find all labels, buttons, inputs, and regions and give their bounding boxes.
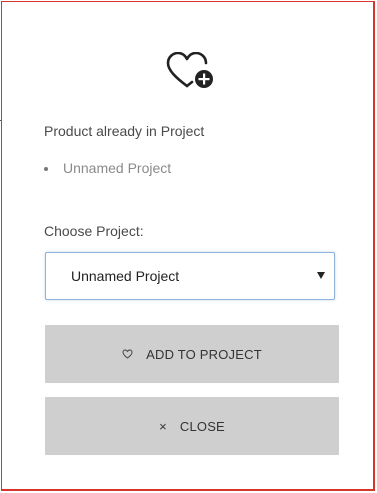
add-to-project-dialog: Product already in Project Unnamed Proje… xyxy=(1,1,375,491)
bullet-icon xyxy=(44,167,48,171)
add-to-project-button[interactable]: ADD TO PROJECT xyxy=(45,325,339,383)
existing-project-list: Unnamed Project xyxy=(44,160,171,176)
selected-project-value: Unnamed Project xyxy=(71,268,180,284)
close-label: CLOSE xyxy=(179,418,225,434)
list-item: Unnamed Project xyxy=(44,160,171,176)
heart-plus-icon xyxy=(166,52,218,92)
add-to-project-label: ADD TO PROJECT xyxy=(146,346,262,362)
already-in-project-label: Product already in Project xyxy=(44,123,205,139)
choose-project-label: Choose Project: xyxy=(44,223,144,239)
existing-project-name: Unnamed Project xyxy=(63,160,172,176)
heart-outline-icon xyxy=(122,349,133,359)
caret-down-icon xyxy=(317,272,325,279)
project-select[interactable]: Unnamed Project xyxy=(45,252,335,300)
close-x-icon: × xyxy=(159,418,167,434)
close-button[interactable]: × CLOSE xyxy=(45,397,339,455)
